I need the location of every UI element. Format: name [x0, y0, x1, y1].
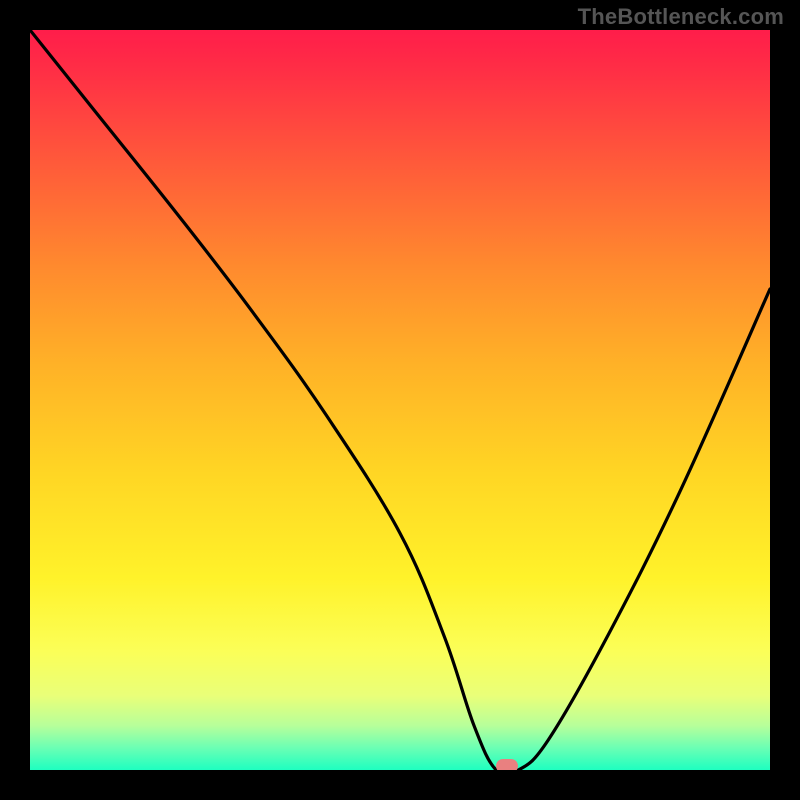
bottleneck-curve	[30, 30, 770, 770]
plot-area	[30, 30, 770, 770]
curve-path	[30, 30, 770, 770]
chart-frame: TheBottleneck.com	[0, 0, 800, 800]
optimal-marker	[496, 759, 518, 770]
watermark-text: TheBottleneck.com	[578, 4, 784, 30]
